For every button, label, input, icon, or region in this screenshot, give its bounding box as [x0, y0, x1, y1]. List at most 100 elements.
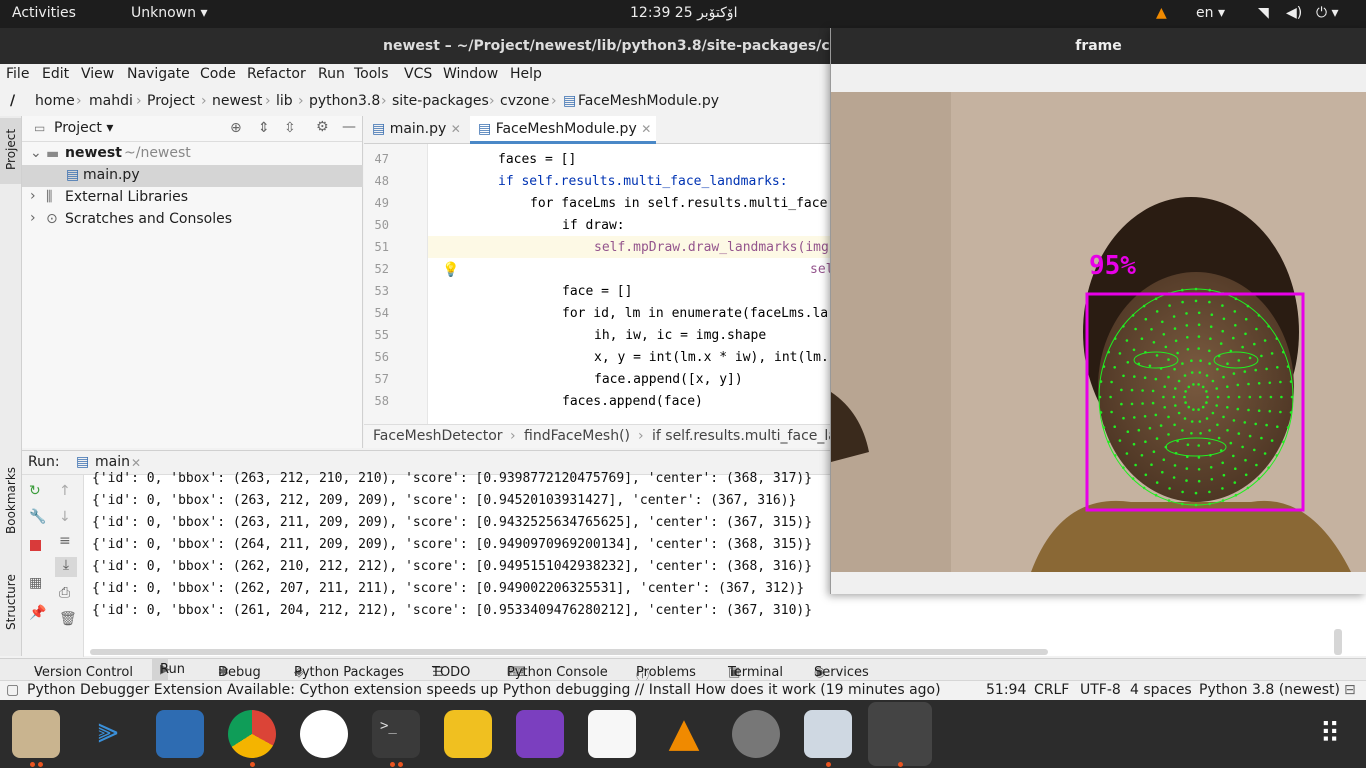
wrench-icon[interactable]: 🔧: [29, 509, 46, 525]
menu-refactor[interactable]: Refactor: [247, 66, 306, 82]
vertical-scrollbar[interactable]: [1334, 629, 1342, 655]
hide-panel-icon[interactable]: —: [342, 119, 356, 135]
run-config-tab[interactable]: main: [95, 454, 130, 470]
soft-wrap-icon[interactable]: ≡: [59, 533, 71, 549]
line-separator[interactable]: CRLF: [1034, 682, 1069, 698]
android-studio-icon[interactable]: [300, 710, 348, 758]
code-line-58[interactable]: faces.append(face): [562, 394, 703, 409]
menu-run[interactable]: Run: [318, 66, 345, 82]
crumb-site-packages[interactable]: site-packages: [392, 93, 489, 109]
rhythmbox-icon[interactable]: [444, 710, 492, 758]
running-app-icon[interactable]: [868, 702, 932, 766]
code-line-57[interactable]: face.append([x, y]): [594, 372, 743, 387]
structure-tool-button[interactable]: Structure: [4, 574, 18, 630]
menu-tools[interactable]: Tools: [354, 66, 389, 82]
close-tab-icon[interactable]: ✕: [451, 122, 461, 136]
activities-button[interactable]: Activities: [12, 5, 76, 21]
crumb-mahdi[interactable]: mahdi: [89, 93, 133, 109]
power-icon[interactable]: ⏻ ▾: [1316, 5, 1339, 21]
menu-help[interactable]: Help: [510, 66, 542, 82]
text-editor-icon[interactable]: [588, 710, 636, 758]
crumb-project[interactable]: Project: [147, 93, 195, 109]
code-line-50[interactable]: if draw:: [562, 218, 625, 233]
java-icon[interactable]: [804, 710, 852, 758]
rerun-icon[interactable]: ↻: [29, 483, 41, 499]
project-view-selector[interactable]: Project ▾: [54, 120, 113, 136]
tree-item-external-libraries[interactable]: › ⫼ External Libraries: [22, 187, 363, 209]
files-icon[interactable]: [12, 710, 60, 758]
close-tab-icon[interactable]: ✕: [131, 456, 141, 470]
chrome-icon[interactable]: [228, 710, 276, 758]
language-indicator[interactable]: en ▾: [1196, 5, 1225, 21]
locate-icon[interactable]: ⊕: [230, 120, 242, 136]
stop-icon[interactable]: [30, 540, 41, 551]
status-toggle-icon[interactable]: ▢: [6, 682, 19, 698]
status-message[interactable]: Python Debugger Extension Available: Cyt…: [27, 682, 941, 698]
scroll-up-icon[interactable]: ↑: [59, 483, 71, 499]
tab-facemeshmodule[interactable]: ▤ FaceMeshModule.py ✕: [470, 116, 656, 144]
menu-vcs[interactable]: VCS: [404, 66, 432, 82]
code-line-48[interactable]: if self.results.multi_face_landmarks:: [498, 174, 788, 189]
tab-main-py[interactable]: ▤ main.py ✕: [364, 116, 470, 144]
tree-item-scratches[interactable]: › ⊙ Scratches and Consoles: [22, 209, 363, 231]
collapse-all-icon[interactable]: ⇳: [284, 120, 296, 136]
tree-item-newest[interactable]: ⌄ ▬ newest ~/newest: [22, 143, 363, 165]
lightbulb-icon[interactable]: 💡: [442, 262, 459, 278]
lock-icon[interactable]: ⊟: [1344, 682, 1356, 698]
vlc-tray-icon[interactable]: ▲: [1156, 5, 1167, 21]
menu-file[interactable]: File: [6, 66, 29, 82]
bookmarks-tool-button[interactable]: Bookmarks: [4, 467, 18, 534]
wifi-icon[interactable]: ◥: [1258, 5, 1269, 21]
crumb-newest[interactable]: newest: [212, 93, 262, 109]
code-line-53[interactable]: face = []: [562, 284, 632, 299]
crumb-lib[interactable]: lib: [276, 93, 293, 109]
print-icon[interactable]: ⎙: [59, 585, 70, 601]
terminal-icon[interactable]: >_: [372, 710, 420, 758]
settings-icon[interactable]: [732, 710, 780, 758]
settings-gear-icon[interactable]: ⚙: [316, 119, 329, 135]
menu-view[interactable]: View: [81, 66, 114, 82]
vlc-icon[interactable]: ▲: [660, 710, 708, 758]
code-line-49[interactable]: for faceLms in self.results.multi_face: [530, 196, 827, 211]
caret-position[interactable]: 51:94: [986, 682, 1026, 698]
menu-code[interactable]: Code: [200, 66, 236, 82]
crumb-cvzone[interactable]: cvzone: [500, 93, 549, 109]
close-tab-icon[interactable]: ✕: [641, 122, 651, 136]
code-line-47[interactable]: faces = []: [498, 152, 576, 167]
code-line-55[interactable]: ih, iw, ic = img.shape: [594, 328, 766, 343]
crumb-python38[interactable]: python3.8: [309, 93, 380, 109]
mesh-point: [1247, 382, 1250, 386]
show-apps-icon[interactable]: ⠿: [1306, 710, 1354, 758]
indent-setting[interactable]: 4 spaces: [1130, 682, 1192, 698]
crumb-class[interactable]: FaceMeshDetector: [373, 428, 503, 444]
tree-item-main-py[interactable]: ▤ main.py: [22, 165, 363, 187]
code-line-54[interactable]: for id, lm in enumerate(faceLms.la: [562, 306, 828, 321]
scroll-to-end-icon[interactable]: ⤓: [55, 557, 77, 577]
layout-icon[interactable]: ▦: [29, 575, 42, 591]
file-encoding[interactable]: UTF-8: [1080, 682, 1121, 698]
onenote-icon[interactable]: [516, 710, 564, 758]
code-line-56[interactable]: x, y = int(lm.x * iw), int(lm.: [594, 350, 829, 365]
project-tool-button[interactable]: Project: [0, 118, 21, 184]
crumb-home[interactable]: home: [35, 93, 75, 109]
menu-window[interactable]: Window: [443, 66, 498, 82]
volume-icon[interactable]: ◀): [1286, 5, 1302, 21]
code-line-51[interactable]: self.mpDraw.draw_landmarks(img: [594, 240, 829, 255]
scroll-down-icon[interactable]: ↓: [59, 509, 71, 525]
menu-navigate[interactable]: Navigate: [127, 66, 190, 82]
virtualbox-icon[interactable]: [156, 710, 204, 758]
trash-icon[interactable]: 🗑: [59, 611, 77, 627]
app-menu[interactable]: Unknown ▾: [131, 5, 207, 21]
crumb-method[interactable]: findFaceMesh(): [524, 428, 630, 444]
console-line: {'id': 0, 'bbox': (263, 211, 209, 209), …: [92, 515, 813, 530]
vscode-icon[interactable]: ⫸: [84, 710, 132, 758]
horizontal-scrollbar[interactable]: [90, 649, 1048, 655]
expand-all-icon[interactable]: ⇕: [258, 120, 270, 136]
menu-edit[interactable]: Edit: [42, 66, 69, 82]
crumb-facemeshmodule[interactable]: FaceMeshModule.py: [578, 93, 719, 109]
tab-run[interactable]: ▶ Run: [152, 659, 185, 681]
clock[interactable]: 12:39 25 اۆکتۆبر: [630, 5, 737, 21]
crumb-if[interactable]: if self.results.multi_face_la: [652, 428, 830, 444]
pin-icon[interactable]: 📌: [29, 605, 46, 621]
python-interpreter[interactable]: Python 3.8 (newest): [1199, 682, 1340, 698]
